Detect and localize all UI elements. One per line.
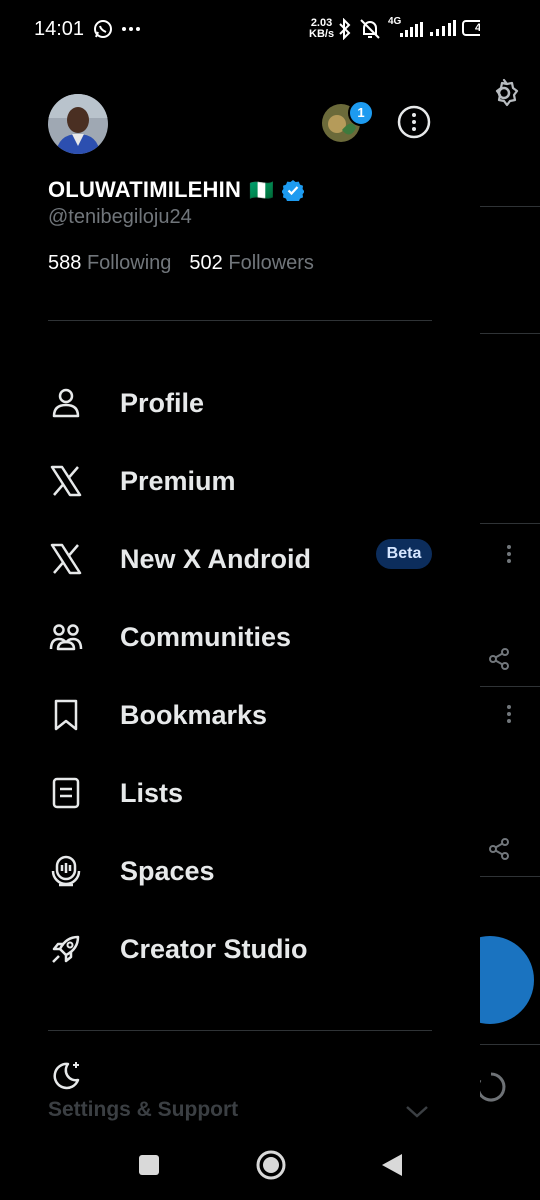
signal-icon <box>400 22 423 37</box>
x-logo-icon <box>50 543 82 575</box>
flag-emoji: 🇳🇬 <box>249 179 275 202</box>
notification-count-badge: 1 <box>348 100 374 126</box>
feed-divider <box>480 333 540 334</box>
settings-gear-icon[interactable] <box>488 77 520 109</box>
feed-divider <box>480 206 540 207</box>
feed-divider <box>480 1044 540 1045</box>
mute-bell-icon <box>360 19 380 39</box>
network-speed: 2.03 KB/s <box>309 18 334 40</box>
menu-item-bookmarks[interactable]: Bookmarks <box>0 680 480 750</box>
menu-label: New X Android <box>120 543 312 574</box>
menu-label: Premium <box>120 465 236 496</box>
followers-link[interactable]: 502 Followers <box>189 252 314 275</box>
home-button-icon[interactable] <box>255 1149 287 1181</box>
avatar[interactable] <box>48 94 108 154</box>
menu-item-premium[interactable]: Premium <box>0 446 480 516</box>
whatsapp-icon <box>94 20 112 38</box>
menu-label: Bookmarks <box>120 699 268 730</box>
spaces-icon <box>51 855 81 887</box>
follow-stats: 588 Following 502 Followers <box>48 252 314 275</box>
followers-label: Followers <box>228 252 314 274</box>
feed-divider <box>480 686 540 687</box>
recents-button-icon[interactable] <box>138 1154 160 1176</box>
share-icon[interactable] <box>488 838 510 860</box>
feed-divider <box>480 876 540 877</box>
bluetooth-icon <box>339 18 351 40</box>
x-logo-icon <box>50 465 82 497</box>
post-more-icon[interactable] <box>506 704 512 724</box>
post-more-icon[interactable] <box>506 544 512 564</box>
avatar-image <box>48 94 108 154</box>
menu-item-communities[interactable]: Communities <box>0 602 480 672</box>
display-name: OLUWATIMILEHIN <box>48 177 242 202</box>
menu-label: Spaces <box>120 855 215 886</box>
menu-item-spaces[interactable]: Spaces <box>0 836 480 906</box>
system-nav-bar <box>0 1130 540 1200</box>
signal-icon-2 <box>430 20 456 36</box>
rocket-icon <box>52 935 80 963</box>
list-icon <box>52 777 80 809</box>
share-icon[interactable] <box>488 648 510 670</box>
more-options-button[interactable] <box>396 104 432 140</box>
chevron-down-icon[interactable] <box>404 1100 430 1122</box>
speed-unit: KB/s <box>309 28 335 40</box>
back-button-icon[interactable] <box>380 1152 404 1178</box>
more-circle-icon <box>397 105 431 139</box>
display-name-row[interactable]: OLUWATIMILEHIN 🇳🇬 <box>48 177 305 203</box>
following-count: 588 <box>48 252 82 274</box>
status-bar: 14:01 2.03 KB/s 4G 4 <box>0 0 540 60</box>
menu-label: Profile <box>120 387 205 418</box>
status-time: 14:01 <box>34 18 85 40</box>
divider <box>48 1030 432 1031</box>
moon-icon[interactable] <box>48 1058 84 1094</box>
background-feed <box>446 0 540 1200</box>
followers-count: 502 <box>189 252 223 274</box>
beta-badge: Beta <box>376 539 432 569</box>
divider <box>48 320 432 321</box>
following-link[interactable]: 588 Following <box>48 252 171 275</box>
menu-label: Lists <box>120 777 184 808</box>
user-handle: @tenibegiloju24 <box>48 206 192 228</box>
person-icon <box>52 388 80 418</box>
verified-badge-icon <box>282 180 305 201</box>
settings-support-toggle[interactable]: Settings & Support <box>48 1098 238 1122</box>
following-label: Following <box>86 252 172 274</box>
menu-label: Communities <box>120 621 292 652</box>
menu-item-new-x-android[interactable]: New X Android Beta <box>0 524 480 594</box>
more-dots-icon <box>122 27 140 31</box>
menu-item-creator-studio[interactable]: Creator Studio <box>0 914 480 984</box>
feed-divider <box>480 523 540 524</box>
bookmark-icon <box>54 699 78 731</box>
menu-item-profile[interactable]: Profile <box>0 368 480 438</box>
menu-item-lists[interactable]: Lists <box>0 758 480 828</box>
menu-label: Creator Studio <box>120 933 308 964</box>
communities-icon <box>49 624 83 651</box>
